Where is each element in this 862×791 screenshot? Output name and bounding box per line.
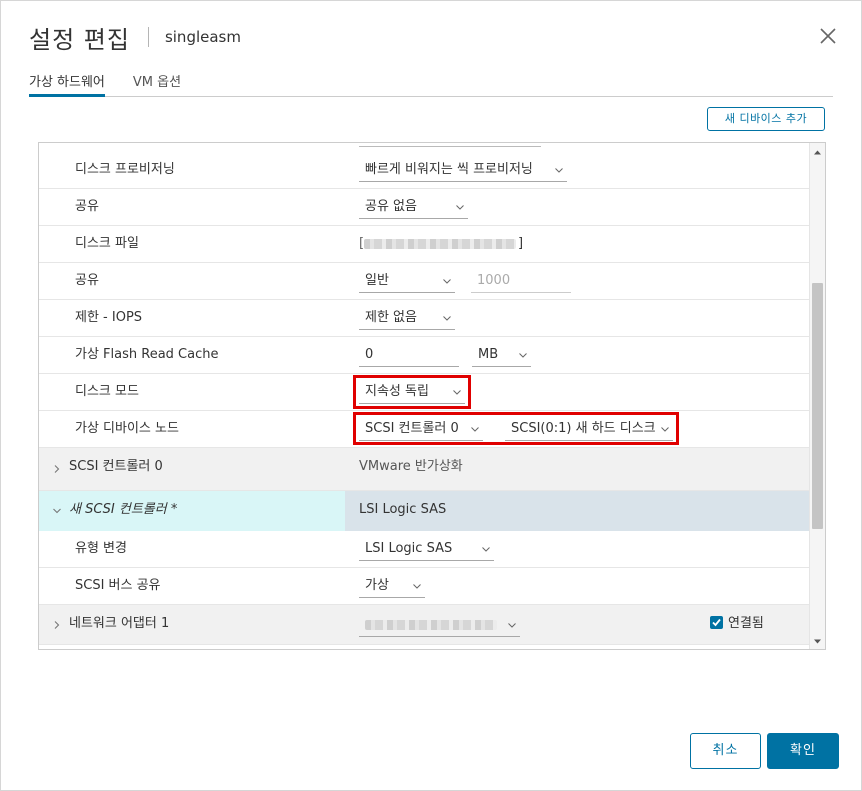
iops-limit-value: 제한 없음 xyxy=(365,310,417,325)
row-sharing: 공유 공유 없음 xyxy=(39,189,810,226)
shares-label: 공유 xyxy=(75,273,99,288)
chevron-down-icon xyxy=(482,547,490,552)
row-change-type: 유형 변경 LSI Logic SAS xyxy=(39,531,810,568)
scsi-bus-sharing-select[interactable]: 가상 xyxy=(359,576,425,598)
row-scsi-controller-0[interactable]: SCSI 컨트롤러 0 VMware 반가상화 xyxy=(39,448,810,491)
disk-mode-label: 디스크 모드 xyxy=(75,384,139,399)
close-icon[interactable] xyxy=(819,27,837,45)
chevron-down-icon xyxy=(555,168,563,173)
ok-button[interactable]: 확인 xyxy=(767,733,839,769)
row-disk-provisioning: 디스크 프로비저닝 빠르게 비워지는 씩 프로비저닝 xyxy=(39,152,810,189)
tab-vm-options[interactable]: VM 옵션 xyxy=(133,67,181,97)
flash-cache-unit-select[interactable]: MB xyxy=(472,345,531,367)
flash-read-cache-input[interactable]: 0 xyxy=(359,345,459,367)
change-type-select[interactable]: LSI Logic SAS xyxy=(359,539,494,561)
chevron-down-icon xyxy=(443,316,451,321)
connected-label: 연결됨 xyxy=(728,616,764,631)
hardware-list-panel: 디스크 프로비저닝 빠르게 비워지는 씩 프로비저닝 공유 공유 없음 디스크 … xyxy=(38,142,826,650)
device-node-highlight-box xyxy=(353,412,679,445)
network-select[interactable] xyxy=(359,615,520,637)
title-separator xyxy=(147,27,149,47)
sharing-label: 공유 xyxy=(75,199,99,214)
network-adapter-1-label: 네트워크 어댑터 1 xyxy=(69,616,170,631)
vm-name: singleasm xyxy=(164,28,241,46)
tab-virtual-hardware[interactable]: 가상 하드웨어 xyxy=(29,67,105,97)
row-flash-read-cache: 가상 Flash Read Cache 0 MB xyxy=(39,337,810,374)
flash-read-cache-label: 가상 Flash Read Cache xyxy=(75,347,219,362)
shares-value-input[interactable]: 1000 xyxy=(471,271,571,293)
sharing-value: 공유 없음 xyxy=(365,199,417,214)
edit-settings-dialog: 설정 편집 singleasm 가상 하드웨어 VM 옵션 새 디바이스 추가 … xyxy=(0,0,862,791)
partial-field-above xyxy=(359,143,541,147)
scroll-up-arrow-icon[interactable] xyxy=(813,148,822,157)
shares-select[interactable]: 일반 xyxy=(359,271,455,293)
new-scsi-controller-value: LSI Logic SAS xyxy=(359,502,447,517)
sharing-select[interactable]: 공유 없음 xyxy=(359,197,468,219)
iops-limit-label: 제한 - IOPS xyxy=(75,310,143,325)
row-iops-limit: 제한 - IOPS 제한 없음 xyxy=(39,300,810,337)
row-network-adapter-1[interactable]: 네트워크 어댑터 1 연결됨 xyxy=(39,605,810,645)
shares-value: 일반 xyxy=(365,273,389,288)
chevron-down-icon[interactable] xyxy=(52,506,62,516)
network-name-redacted xyxy=(365,620,497,630)
cancel-button[interactable]: 취소 xyxy=(690,733,761,769)
connected-checkbox[interactable] xyxy=(710,616,723,629)
virtual-device-node-label: 가상 디바이스 노드 xyxy=(75,421,179,436)
add-new-device-button[interactable]: 새 디바이스 추가 xyxy=(707,107,825,131)
vertical-scrollbar[interactable] xyxy=(809,143,825,649)
chevron-down-icon xyxy=(508,623,516,628)
scroll-down-arrow-icon[interactable] xyxy=(813,637,822,646)
disk-file-path-redacted xyxy=(364,239,516,249)
chevron-down-icon xyxy=(443,279,451,284)
row-disk-mode: 디스크 모드 지속성 독립 xyxy=(39,374,810,411)
disk-provisioning-select[interactable]: 빠르게 비워지는 씩 프로비저닝 xyxy=(359,160,567,182)
row-scsi-bus-sharing: SCSI 버스 공유 가상 xyxy=(39,568,810,605)
disk-file-label: 디스크 파일 xyxy=(75,236,139,251)
scsi-controller-0-value: VMware 반가상화 xyxy=(359,459,463,474)
row-disk-file: 디스크 파일 [ ] xyxy=(39,226,810,263)
flash-cache-unit-value: MB xyxy=(478,347,499,362)
tab-bar: 가상 하드웨어 VM 옵션 xyxy=(29,67,833,97)
dialog-title: 설정 편집 xyxy=(29,25,130,54)
new-scsi-controller-label: 새 SCSI 컨트롤러 * xyxy=(69,502,178,517)
scsi-bus-sharing-label: SCSI 버스 공유 xyxy=(75,578,161,593)
chevron-down-icon xyxy=(456,205,464,210)
chevron-right-icon[interactable] xyxy=(52,620,62,630)
scsi-controller-0-label: SCSI 컨트롤러 0 xyxy=(69,459,163,474)
row-virtual-device-node: 가상 디바이스 노드 SCSI 컨트롤러 0 SCSI(0:1) 새 하드 디스… xyxy=(39,411,810,448)
checkmark-icon xyxy=(712,618,721,627)
disk-provisioning-value: 빠르게 비워지는 씩 프로비저닝 xyxy=(365,162,533,177)
row-new-scsi-controller[interactable]: 새 SCSI 컨트롤러 * LSI Logic SAS xyxy=(39,491,810,531)
chevron-down-icon xyxy=(519,353,527,358)
scrollbar-thumb[interactable] xyxy=(812,283,823,529)
dialog-header: 설정 편집 singleasm xyxy=(29,19,241,55)
chevron-right-icon[interactable] xyxy=(52,464,62,474)
iops-limit-select[interactable]: 제한 없음 xyxy=(359,308,455,330)
disk-provisioning-label: 디스크 프로비저닝 xyxy=(75,162,175,177)
disk-file-bracket-close: ] xyxy=(518,236,524,251)
change-type-label: 유형 변경 xyxy=(75,541,127,556)
scsi-bus-sharing-value: 가상 xyxy=(365,578,389,593)
disk-mode-highlight-box xyxy=(353,375,471,409)
change-type-value: LSI Logic SAS xyxy=(365,541,453,556)
row-shares: 공유 일반 1000 xyxy=(39,263,810,300)
chevron-down-icon xyxy=(413,584,421,589)
